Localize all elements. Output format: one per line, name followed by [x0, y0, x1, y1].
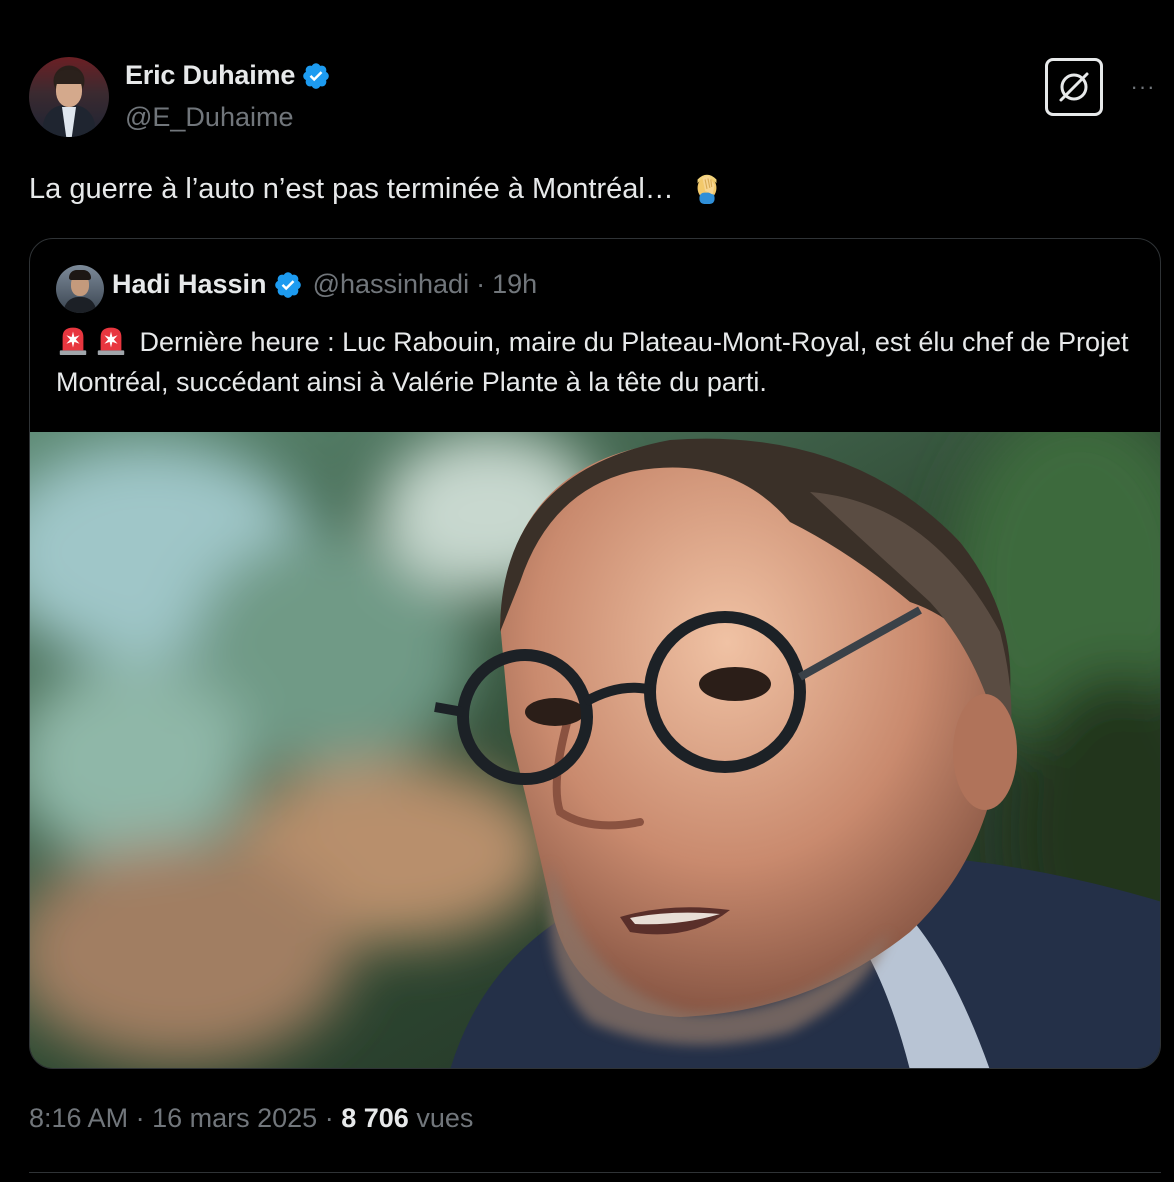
tweet-time[interactable]: 8:16 AM: [29, 1103, 128, 1133]
quote-verified-badge-icon[interactable]: [273, 270, 303, 300]
quote-author-avatar[interactable]: [56, 265, 104, 313]
facepalm-emoji-icon: [697, 174, 717, 204]
meta-separator: ·: [135, 1103, 145, 1133]
quote-timestamp[interactable]: 19h: [492, 269, 537, 300]
meta-separator: ·: [324, 1103, 334, 1133]
more-button[interactable]: ···: [1127, 74, 1159, 99]
views-label: vues: [416, 1103, 474, 1133]
verified-badge-icon[interactable]: [301, 61, 331, 91]
tweet-meta: 8:16 AM · 16 mars 2025 · 8 706 vues: [29, 1103, 473, 1134]
tweet-text: La guerre à l’auto n’est pas terminée à …: [29, 170, 724, 206]
quote-header: Hadi Hassin @hassinhadi · 19h: [112, 269, 537, 300]
tweet: Eric Duhaime @E_Duhaime ··· La guerre à …: [0, 0, 1174, 1182]
portrait-photo: [30, 432, 1160, 1068]
tweet-text-body: La guerre à l’auto n’est pas terminée à …: [29, 173, 682, 205]
grok-icon: [1059, 72, 1089, 102]
tweet-date[interactable]: 16 mars 2025: [152, 1103, 317, 1133]
quote-avatar-body: [64, 297, 96, 313]
author-name[interactable]: Eric Duhaime: [125, 60, 295, 91]
police-light-emoji-icon: [97, 327, 125, 356]
police-light-emoji-icon: [59, 327, 87, 356]
author-name-row: Eric Duhaime: [125, 60, 331, 91]
author-handle[interactable]: @E_Duhaime: [125, 102, 294, 133]
quote-author-handle[interactable]: @hassinhadi: [313, 269, 470, 300]
quote-tweet-card[interactable]: Hadi Hassin @hassinhadi · 19h Dernière h…: [29, 238, 1161, 1069]
quote-media-image[interactable]: [30, 432, 1160, 1068]
quote-text-body: Dernière heure : Luc Rabouin, maire du P…: [56, 327, 1129, 397]
quote-separator: ·: [476, 269, 486, 299]
grok-button[interactable]: [1045, 58, 1103, 116]
quote-author-name[interactable]: Hadi Hassin: [112, 269, 267, 300]
avatar-hair: [54, 70, 84, 84]
quote-avatar-hair: [69, 270, 91, 280]
more-icon: ···: [1130, 74, 1156, 99]
quote-text: Dernière heure : Luc Rabouin, maire du P…: [56, 322, 1146, 402]
divider: [29, 1172, 1161, 1173]
views-count: 8 706: [341, 1103, 409, 1133]
author-avatar[interactable]: [29, 57, 109, 137]
